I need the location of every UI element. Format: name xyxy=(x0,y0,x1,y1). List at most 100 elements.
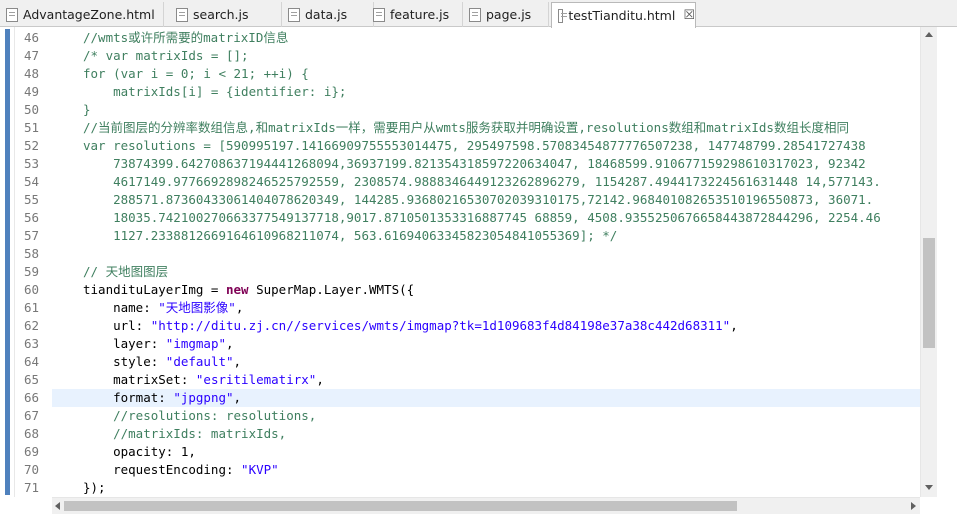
code-line[interactable]: 69 opacity: 1, xyxy=(0,443,920,461)
code-line[interactable]: 54 4617149.9776692898246525792559, 23085… xyxy=(0,173,920,191)
horizontal-scrollbar[interactable] xyxy=(52,497,920,514)
line-number: 49 xyxy=(23,84,39,99)
code-token: "default" xyxy=(165,354,234,369)
tab-testtianditu-html[interactable]: testTianditu.html ☒ xyxy=(551,2,696,28)
code-line[interactable]: 70 requestEncoding: "KVP" xyxy=(0,461,920,479)
js-file-icon xyxy=(176,7,188,22)
code-text: matrixIds[i] = {identifier: i}; xyxy=(52,83,920,101)
scroll-left-arrow-icon[interactable] xyxy=(55,502,60,510)
line-number: 56 xyxy=(23,210,39,225)
code-text: //wmts或许所需要的matrixID信息 xyxy=(52,29,920,47)
code-token: /* var matrixIds = []; xyxy=(83,48,249,63)
tab-data-js[interactable]: data.js xyxy=(282,2,374,27)
js-file-icon xyxy=(288,7,300,22)
code-token: // 天地图图层 xyxy=(83,264,169,279)
tab-label: AdvantageZone.html xyxy=(23,7,155,22)
code-line[interactable]: 52 var resolutions = [590995197.141669097… xyxy=(0,137,920,155)
line-number: 69 xyxy=(23,444,39,459)
code-token: matrixSet: xyxy=(83,372,196,387)
close-tab-icon[interactable]: ☒ xyxy=(683,8,695,23)
code-token: 1127.2338812669164610968211074, 563.6169… xyxy=(83,228,618,243)
code-lines[interactable]: 46 //wmts或许所需要的matrixID信息 47 /* var matrixI… xyxy=(0,27,920,497)
tab-label: testTianditu.html xyxy=(568,8,676,23)
code-token: //wmts或许所需要的matrixID信息 xyxy=(83,30,289,45)
vertical-scroll-thumb[interactable] xyxy=(923,238,935,348)
code-token: , xyxy=(226,336,234,351)
code-text: }); xyxy=(52,479,920,497)
line-number: 50 xyxy=(23,102,39,117)
code-line[interactable]: 64 style: "default", xyxy=(0,353,920,371)
code-line[interactable]: 49 matrixIds[i] = {identifier: i}; xyxy=(0,83,920,101)
line-number: 54 xyxy=(23,174,39,189)
code-line[interactable]: 57 1127.2338812669164610968211074, 563.6… xyxy=(0,227,920,245)
code-line[interactable]: 58 xyxy=(0,245,920,263)
code-token: matrixIds[i] = {identifier: i}; xyxy=(83,84,347,99)
code-text: //resolutions: resolutions, xyxy=(52,407,920,425)
line-number: 52 xyxy=(23,138,39,153)
code-line[interactable]: 51 //当前图层的分辨率数组信息,和matrixIds一样，需要用户从wmts服… xyxy=(0,119,920,137)
line-number: 58 xyxy=(23,246,39,261)
line-number: 65 xyxy=(23,372,39,387)
code-line[interactable]: 46 //wmts或许所需要的matrixID信息 xyxy=(0,29,920,47)
scroll-right-arrow-icon[interactable] xyxy=(911,502,916,510)
code-line[interactable]: 47 /* var matrixIds = []; xyxy=(0,47,920,65)
code-line[interactable]: 55 288571.87360433061404078620349, 14428… xyxy=(0,191,920,209)
code-text: 4617149.9776692898246525792559, 2308574.… xyxy=(52,173,920,191)
code-token: //resolutions: resolutions, xyxy=(83,408,317,423)
code-text: for (var i = 0; i < 21; ++i) { xyxy=(52,65,920,83)
code-token: "http://ditu.zj.cn//services/wmts/imgmap… xyxy=(150,318,731,333)
js-file-icon xyxy=(469,7,481,22)
code-token: } xyxy=(83,102,91,117)
code-line[interactable]: 56 18035.742100270663377549137718,9017.8… xyxy=(0,209,920,227)
code-line[interactable]: 48 for (var i = 0; i < 21; ++i) { xyxy=(0,65,920,83)
code-line[interactable]: 67 //resolutions: resolutions, xyxy=(0,407,920,425)
tab-feature-js[interactable]: feature.js xyxy=(367,2,463,27)
code-token: opacity: 1, xyxy=(83,444,196,459)
code-text: opacity: 1, xyxy=(52,443,920,461)
code-line[interactable]: 50} xyxy=(0,101,920,119)
code-line[interactable]: 71}); xyxy=(0,479,920,497)
scroll-up-arrow-icon[interactable] xyxy=(925,32,933,37)
code-text: //当前图层的分辨率数组信息,和matrixIds一样，需要用户从wmts服务获… xyxy=(52,119,920,137)
line-number: 66 xyxy=(23,390,39,405)
code-line[interactable]: 53 73874399.642708637194441268094,369371… xyxy=(0,155,920,173)
line-number: 70 xyxy=(23,462,39,477)
js-file-icon xyxy=(373,7,385,22)
tab-label: page.js xyxy=(486,7,532,22)
code-text: //matrixIds: matrixIds, xyxy=(52,425,920,443)
code-token: //当前图层的分辨率数组信息,和matrixIds一样，需要用户从wmts服务获… xyxy=(83,120,849,135)
horizontal-scroll-thumb[interactable] xyxy=(64,501,737,511)
overview-ruler xyxy=(937,27,957,497)
code-token: tiandituLayerImg = xyxy=(83,282,226,297)
code-text: name: "天地图影像", xyxy=(52,299,920,317)
code-token: style: xyxy=(83,354,166,369)
line-number: 48 xyxy=(23,66,39,81)
code-text: 1127.2338812669164610968211074, 563.6169… xyxy=(52,227,920,245)
vertical-scrollbar[interactable] xyxy=(920,27,937,497)
code-text: 73874399.642708637194441268094,36937199.… xyxy=(52,155,920,173)
scroll-down-arrow-icon[interactable] xyxy=(925,485,933,490)
code-line[interactable]: 61 name: "天地图影像", xyxy=(0,299,920,317)
code-line[interactable]: 68 //matrixIds: matrixIds, xyxy=(0,425,920,443)
code-token: , xyxy=(233,390,242,405)
html-file-icon xyxy=(558,8,568,23)
code-token: 4617149.9776692898246525792559, 2308574.… xyxy=(83,174,881,189)
line-number: 64 xyxy=(23,354,39,369)
tab-page-js[interactable]: page.js xyxy=(463,2,549,27)
code-line[interactable]: 66 format: "jpgpng", xyxy=(0,389,920,407)
code-token: "esritilematirx" xyxy=(195,372,317,387)
code-editor[interactable]: 46 //wmts或许所需要的matrixID信息 47 /* var matrixI… xyxy=(0,27,957,521)
code-line[interactable]: 62 url: "http://ditu.zj.cn//services/wmt… xyxy=(0,317,920,335)
code-line[interactable]: 60 tiandituLayerImg = new SuperMap.Layer.… xyxy=(0,281,920,299)
code-text: // 天地图图层 xyxy=(52,263,920,281)
code-text: /* var matrixIds = []; xyxy=(52,47,920,65)
code-line[interactable]: 65 matrixSet: "esritilematirx", xyxy=(0,371,920,389)
tab-label: data.js xyxy=(305,7,348,22)
tab-advantagezone-html[interactable]: AdvantageZone.html xyxy=(0,2,164,27)
line-number: 62 xyxy=(23,318,39,333)
tab-search-js[interactable]: search.js xyxy=(170,2,282,27)
code-token: //matrixIds: matrixIds, xyxy=(83,426,287,441)
tab-label: feature.js xyxy=(390,7,450,22)
code-line[interactable]: 59 // 天地图图层 xyxy=(0,263,920,281)
code-line[interactable]: 63 layer: "imgmap", xyxy=(0,335,920,353)
